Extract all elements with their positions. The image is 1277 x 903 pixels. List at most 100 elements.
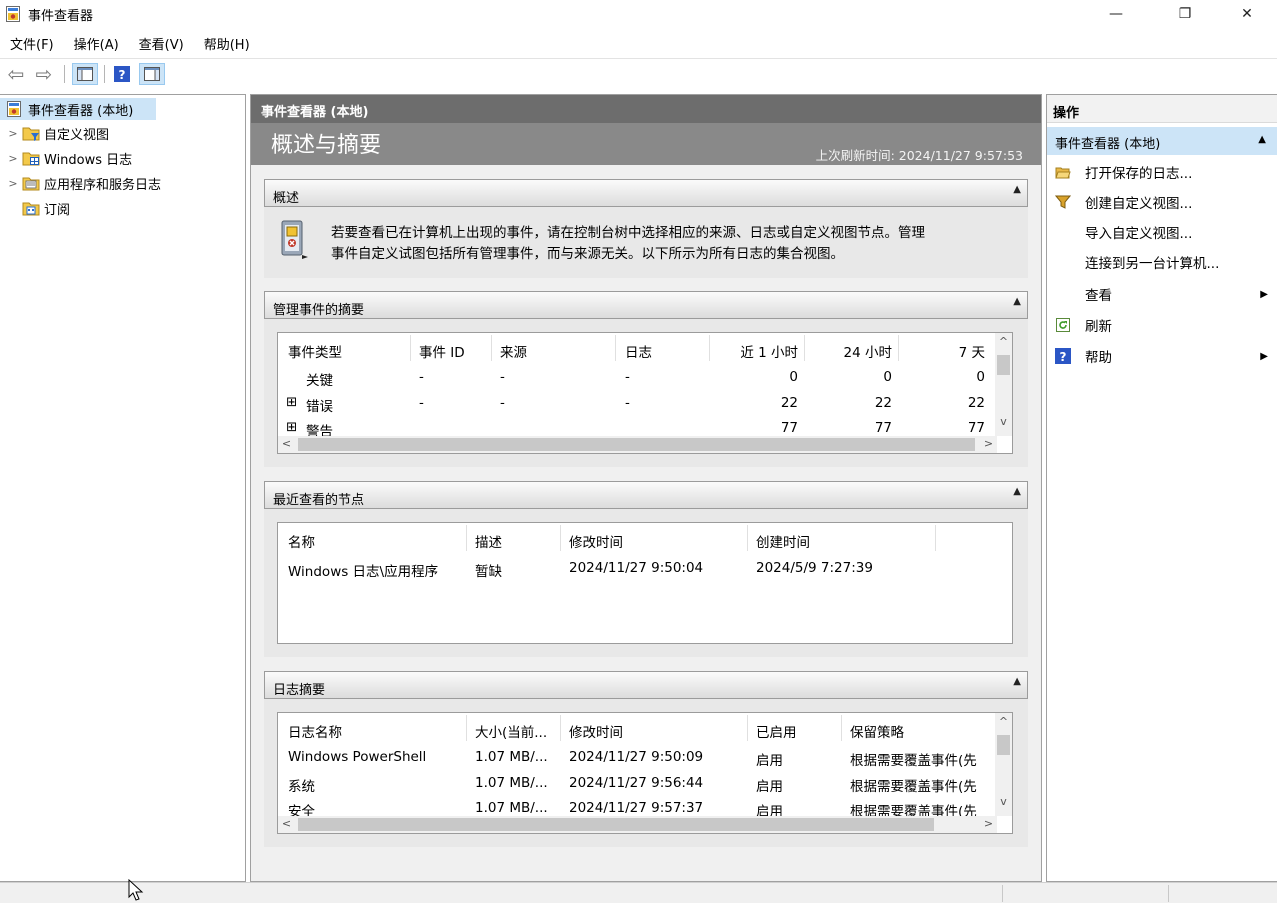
scrollbar-thumb[interactable] <box>997 735 1010 755</box>
actions-group-header[interactable]: 事件查看器 (本地) ▲ <box>1047 127 1277 155</box>
scroll-down-icon[interactable]: v <box>995 795 1012 808</box>
chevron-right-icon[interactable]: > <box>6 127 20 140</box>
actions-pane: 操作 事件查看器 (本地) ▲ 打开保存的日志... 创建自定义视图... 导入… <box>1046 94 1277 882</box>
7-days-count: 77 <box>967 420 985 436</box>
page-title: 概述与摘要 <box>271 133 382 158</box>
recent-node-modified: 2024/11/27 9:50:04 <box>569 560 704 576</box>
close-button[interactable]: ✕ <box>1224 0 1270 28</box>
action-open-saved-log[interactable]: 打开保存的日志... <box>1047 157 1277 187</box>
horizontal-scrollbar[interactable]: < > <box>278 816 997 833</box>
event-type-error[interactable]: 错误 <box>306 395 333 415</box>
section-title: 日志摘要 <box>273 683 326 698</box>
show-hide-action-pane-icon[interactable] <box>139 63 165 85</box>
section-title: 最近查看的节点 <box>273 493 365 508</box>
chevron-right-icon[interactable]: > <box>6 152 20 165</box>
scrollbar-thumb[interactable] <box>997 355 1010 375</box>
event-type-critical[interactable]: 关键 <box>306 369 333 389</box>
tree-item-app-service-logs[interactable]: > 应用程序和服务日志 <box>0 172 161 194</box>
tree-item-windows-logs[interactable]: > Windows 日志 <box>0 147 132 169</box>
column-header-last-hour[interactable]: 近 1 小时 <box>710 341 798 361</box>
menu-file[interactable]: 文件(F) <box>0 30 64 54</box>
recent-node-name[interactable]: Windows 日志\应用程序 <box>288 560 438 580</box>
column-header-event-type[interactable]: 事件类型 <box>288 341 342 361</box>
column-header-log-name[interactable]: 日志名称 <box>288 721 342 741</box>
action-help[interactable]: ? 帮助 ▶ <box>1047 341 1277 371</box>
log-cell: - <box>625 395 630 411</box>
menu-help[interactable]: 帮助(H) <box>194 30 260 54</box>
column-header-source[interactable]: 来源 <box>500 341 527 361</box>
scroll-right-icon[interactable]: > <box>980 817 997 830</box>
collapse-icon[interactable]: ▲ <box>1013 676 1021 687</box>
column-header-event-id[interactable]: 事件 ID <box>419 341 465 361</box>
collapse-icon[interactable]: ▲ <box>1013 184 1021 195</box>
admin-summary-section-header[interactable]: 管理事件的摘要 ▲ <box>264 291 1028 319</box>
svg-text:?: ? <box>119 68 126 82</box>
column-header-name[interactable]: 名称 <box>288 531 315 551</box>
column-header-size[interactable]: 大小(当前... <box>475 721 547 741</box>
source-cell: - <box>500 369 505 385</box>
scroll-down-icon[interactable]: v <box>995 415 1012 428</box>
event-id-cell: - <box>419 395 424 411</box>
recent-nodes-section-header[interactable]: 最近查看的节点 ▲ <box>264 481 1028 509</box>
action-create-custom-view[interactable]: 创建自定义视图... <box>1047 187 1277 217</box>
admin-summary-table: 事件类型 事件 ID 来源 日志 近 1 小时 24 小时 7 天 关键 - -… <box>277 332 1013 454</box>
back-icon[interactable]: ⇦ <box>4 62 28 86</box>
scrollbar-thumb[interactable] <box>298 818 934 831</box>
log-name[interactable]: Windows PowerShell <box>288 749 426 765</box>
scroll-up-icon[interactable]: ^ <box>995 715 1012 728</box>
column-header-modified[interactable]: 修改时间 <box>569 531 623 551</box>
scroll-left-icon[interactable]: < <box>278 817 295 830</box>
maximize-button[interactable]: ❐ <box>1162 0 1208 28</box>
app-service-logs-icon <box>22 175 40 191</box>
overview-section-header[interactable]: 概述 ▲ <box>264 179 1028 207</box>
help-icon[interactable]: ? <box>111 63 133 85</box>
filter-icon <box>1054 194 1072 210</box>
action-connect-another-computer[interactable]: 连接到另一台计算机... <box>1047 247 1277 277</box>
show-hide-tree-icon[interactable] <box>72 63 98 85</box>
vertical-scrollbar[interactable]: ^ v <box>995 713 1012 816</box>
forward-icon[interactable]: ⇨ <box>32 62 56 86</box>
tree-item-subscriptions[interactable]: 订阅 <box>0 197 70 219</box>
column-header-7-days[interactable]: 7 天 <box>899 341 985 361</box>
column-header-log[interactable]: 日志 <box>625 341 652 361</box>
menu-action[interactable]: 操作(A) <box>64 30 129 54</box>
expand-icon[interactable]: ⊞ <box>286 419 297 435</box>
column-header-retention-policy[interactable]: 保留策略 <box>850 721 904 741</box>
overview-text-line: 事件自定义试图包括所有管理事件，而与来源无关。以下所示为所有日志的集合视图。 <box>331 246 844 262</box>
toolbar: ⇦ ⇨ ? <box>0 58 1277 88</box>
column-header-modified[interactable]: 修改时间 <box>569 721 623 741</box>
action-label: 创建自定义视图... <box>1085 196 1193 212</box>
horizontal-scrollbar[interactable]: < > <box>278 436 997 453</box>
collapse-icon[interactable]: ▲ <box>1013 296 1021 307</box>
collapse-icon[interactable]: ▲ <box>1013 486 1021 497</box>
chevron-right-icon[interactable]: > <box>6 177 20 190</box>
scroll-up-icon[interactable]: ^ <box>995 335 1012 348</box>
submenu-arrow-icon: ▶ <box>1260 350 1268 362</box>
scroll-right-icon[interactable]: > <box>980 437 997 450</box>
column-header-description[interactable]: 描述 <box>475 531 502 551</box>
log-name[interactable]: 系统 <box>288 775 315 795</box>
expand-icon[interactable]: ⊞ <box>286 394 297 410</box>
tree-item-custom-views[interactable]: > 自定义视图 <box>0 122 109 144</box>
log-size: 1.07 MB/... <box>475 800 548 816</box>
event-id-cell: - <box>419 369 424 385</box>
menu-view[interactable]: 查看(V) <box>129 30 194 54</box>
collapse-icon[interactable]: ▲ <box>1258 134 1266 145</box>
column-header-24-hours[interactable]: 24 小时 <box>805 341 892 361</box>
vertical-scrollbar[interactable]: ^ v <box>995 333 1012 436</box>
column-header-enabled[interactable]: 已启用 <box>756 721 797 741</box>
action-view[interactable]: 查看 ▶ <box>1047 279 1277 309</box>
action-import-custom-view[interactable]: 导入自定义视图... <box>1047 217 1277 247</box>
scrollbar-thumb[interactable] <box>298 438 975 451</box>
action-refresh[interactable]: 刷新 <box>1047 310 1277 340</box>
scroll-left-icon[interactable]: < <box>278 437 295 450</box>
log-size: 1.07 MB/... <box>475 775 548 791</box>
actions-header: 操作 <box>1047 95 1277 123</box>
24-hours-count: 22 <box>874 395 892 411</box>
column-header-created[interactable]: 创建时间 <box>756 531 810 551</box>
minimize-button[interactable]: — <box>1093 0 1139 28</box>
overview-description: 若要查看已在计算机上出现的事件，请在控制台树中选择相应的来源、日志或自定义视图节… <box>331 223 925 265</box>
tree-item-event-viewer-local[interactable]: 事件查看器 (本地) <box>0 98 156 120</box>
action-label: 查看 <box>1085 288 1112 304</box>
log-summary-section-header[interactable]: 日志摘要 ▲ <box>264 671 1028 699</box>
